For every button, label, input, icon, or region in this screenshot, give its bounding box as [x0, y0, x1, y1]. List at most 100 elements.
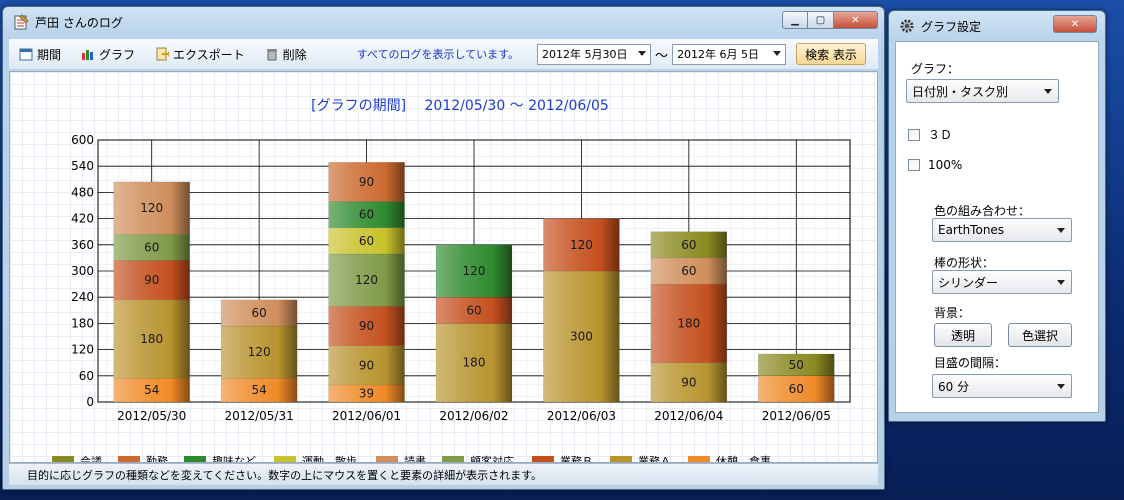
graph-button[interactable]: グラフ	[81, 46, 135, 63]
chart-area: [グラフの期間] 2012/05/30 ～ 2012/06/05 54 180 90…	[9, 71, 878, 463]
graph-type-select[interactable]: 日付別・タスク別	[906, 79, 1059, 103]
y-tick-label: 540	[71, 159, 94, 173]
background-label: 背景：	[934, 306, 971, 320]
chevron-down-icon	[1057, 228, 1065, 233]
x-tick-label: 2012/05/30	[117, 409, 186, 423]
settings-panel: グラフ： 日付別・タスク別 ３Ｄ 100% 色の組み合わせ： EarthTone…	[895, 41, 1099, 413]
settings-titlebar[interactable]: グラフ設定 ✕	[889, 11, 1105, 41]
x-tick-label: 2012/06/02	[439, 409, 508, 423]
y-tick-label: 0	[86, 395, 94, 409]
chevron-down-icon	[773, 50, 782, 56]
bar-value-label: 90	[359, 319, 374, 333]
graph-type-label: グラフ：	[911, 62, 960, 76]
date-to-picker[interactable]: 2012年 6月 5日	[672, 43, 787, 65]
search-display-button[interactable]: 検索 表示	[796, 43, 866, 65]
legend-label: 趣味など	[212, 454, 256, 463]
legend-label: 業務Ｂ	[560, 454, 593, 463]
percent-100-checkbox-box[interactable]	[908, 159, 920, 171]
delete-button[interactable]: 削除	[265, 46, 307, 63]
bar-value-label: 120	[355, 273, 378, 287]
main-window-title: 芦田 さんのログ	[35, 15, 123, 30]
bar-shape-select[interactable]: シリンダー	[932, 270, 1072, 294]
bar-value-label: 180	[140, 332, 163, 346]
color-select-button[interactable]: 色選択	[1008, 323, 1072, 347]
export-button[interactable]: エクスポート	[155, 46, 245, 63]
3d-checkbox[interactable]: ３Ｄ	[908, 126, 952, 143]
date-from-picker[interactable]: 2012年 5月30日	[537, 43, 652, 65]
legend-swatch	[274, 456, 296, 462]
status-bar: 目的に応じグラフの種類などを変えてください。数字の上にマウスを置くと要素の詳細が…	[9, 463, 878, 485]
bar-value-label: 60	[144, 240, 159, 254]
chevron-down-icon	[1057, 280, 1065, 285]
legend-swatch	[610, 456, 632, 462]
bar-value-label: 50	[789, 358, 804, 372]
y-tick-label: 180	[71, 316, 94, 330]
bar-shape-label: 棒の形状：	[934, 256, 995, 270]
toolbar: 期間 グラフ エクスポート 削除 すべてのログを表示しています。 2012年 5…	[9, 39, 878, 69]
legend-swatch	[52, 456, 74, 462]
maximize-icon: ▢	[815, 14, 826, 26]
settings-window-title: グラフ設定	[921, 19, 982, 34]
percent-100-checkbox[interactable]: 100%	[908, 158, 962, 172]
trash-icon	[265, 47, 279, 61]
y-tick-label: 240	[71, 290, 94, 304]
gear-icon	[899, 18, 915, 34]
bar-value-label: 120	[248, 345, 271, 359]
export-icon	[155, 47, 172, 61]
close-button[interactable]: ✕	[834, 11, 878, 29]
legend-label: 会議	[80, 454, 102, 463]
main-window: 芦田 さんのログ ▁ ▢ ✕ 期間 グラフ エクスポート 削除 すべてのログを表…	[2, 6, 885, 490]
period-button[interactable]: 期間	[19, 46, 61, 63]
bar-value-label: 90	[359, 358, 374, 372]
transparent-button[interactable]: 透明	[934, 323, 992, 347]
bar-value-label: 60	[252, 306, 267, 320]
chevron-down-icon	[1044, 89, 1052, 94]
bar-value-label: 180	[463, 356, 486, 370]
legend-label: 読書	[404, 454, 426, 463]
legend-label: 業務Ａ	[638, 454, 671, 463]
bar-value-label: 60	[789, 382, 804, 396]
x-tick-label: 2012/06/04	[654, 409, 723, 423]
y-tick-label: 420	[71, 212, 94, 226]
x-tick-label: 2012/06/01	[332, 409, 401, 423]
bar-value-label: 120	[140, 201, 163, 215]
bar-chart-icon	[81, 47, 95, 61]
minimize-icon: ▁	[791, 14, 799, 26]
main-titlebar[interactable]: 芦田 さんのログ ▁ ▢ ✕	[3, 7, 884, 37]
close-icon: ✕	[851, 14, 860, 26]
legend-swatch	[532, 456, 554, 462]
legend-swatch	[688, 456, 710, 462]
bar-value-label: 60	[681, 238, 696, 252]
bar-value-label: 54	[144, 383, 159, 397]
y-tick-label: 60	[79, 369, 94, 383]
stacked-bar-chart: [グラフの期間] 2012/05/30 ～ 2012/06/05 54 180 90…	[52, 98, 851, 463]
minimize-button[interactable]: ▁	[782, 11, 808, 29]
y-tick-label: 360	[71, 238, 94, 252]
bar-value-label: 180	[677, 316, 700, 330]
close-icon: ✕	[1070, 18, 1080, 30]
chevron-down-icon	[638, 50, 647, 56]
settings-close-button[interactable]: ✕	[1053, 15, 1097, 33]
bar-value-label: 39	[359, 386, 374, 400]
x-tick-label: 2012/06/05	[762, 409, 831, 423]
chart-title: [グラフの期間] 2012/05/30 ～ 2012/06/05	[311, 98, 609, 114]
maximize-button[interactable]: ▢	[808, 11, 834, 29]
color-scheme-select[interactable]: EarthTones	[932, 218, 1072, 242]
log-notebook-icon	[13, 14, 29, 30]
chevron-down-icon	[1057, 384, 1065, 389]
legend-swatch	[442, 456, 464, 462]
legend-swatch	[184, 456, 206, 462]
calendar-icon	[19, 47, 33, 61]
tick-interval-label: 目盛の間隔：	[934, 356, 1007, 370]
tick-interval-select[interactable]: 60 分	[932, 374, 1072, 398]
x-tick-label: 2012/05/31	[225, 409, 294, 423]
legend-label: 顧客対応	[470, 454, 514, 463]
3d-checkbox-box[interactable]	[908, 128, 920, 141]
graph-settings-window: グラフ設定 ✕ グラフ： 日付別・タスク別 ３Ｄ 100% 色の組み合わせ： E…	[888, 10, 1106, 422]
bar-value-label: 120	[463, 264, 486, 278]
y-tick-label: 480	[71, 185, 94, 199]
legend-label: 運動、散歩	[302, 454, 357, 463]
log-status-text: すべてのログを表示しています。	[356, 48, 520, 61]
legend-swatch	[376, 456, 398, 462]
legend-label: 休憩、食事	[716, 454, 771, 463]
